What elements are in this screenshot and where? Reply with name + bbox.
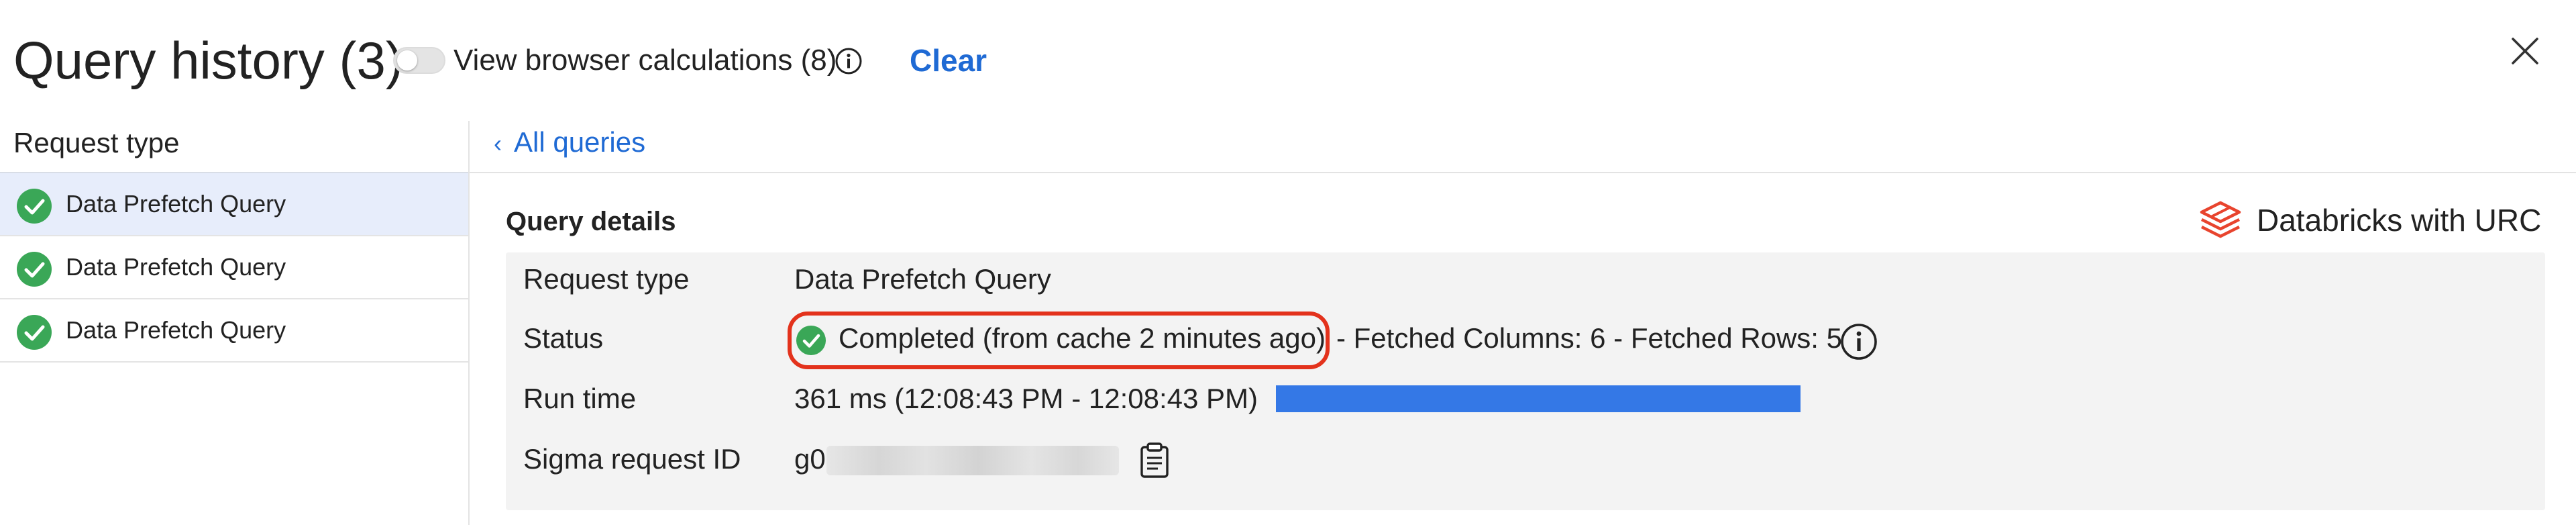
request-type-heading: Request type [13,127,180,158]
clipboard-icon[interactable] [1138,442,1171,479]
redacted-request-id [826,446,1119,475]
list-item-label: Data Prefetch Query [66,253,286,281]
run-time-row: Run time 361 ms (12:08:43 PM - 12:08:43 … [506,372,2545,426]
run-time-bar-fill [1276,385,1801,412]
toggle-knob [397,50,417,70]
databricks-icon [2200,201,2241,238]
list-item-label: Data Prefetch Query [66,316,286,344]
request-type-row: Request type Data Prefetch Query [506,252,2545,306]
chevron-left-icon: ‹ [494,130,502,157]
request-id-row: Sigma request ID g0 [506,432,2545,486]
list-item-request-2[interactable]: Data Prefetch Query [0,236,468,299]
query-details-heading: Query details [506,207,676,236]
list-item-request-1[interactable]: Data Prefetch Query [0,173,468,236]
status-value: Completed (from cache 2 minutes ago) [839,322,1326,354]
toggle-label: View browser calculations (8) [453,44,837,77]
request-list-panel: Request type Data Prefetch Query Data Pr… [0,121,470,525]
connection-label: Databricks with URC [2257,203,2542,238]
info-icon[interactable] [835,47,863,75]
close-icon[interactable] [2508,34,2542,68]
check-circle-icon [17,189,52,224]
status-label: Status [523,322,604,354]
check-circle-icon [796,326,826,355]
run-time-label: Run time [523,383,637,414]
info-icon[interactable] [1839,322,1878,361]
all-queries-link[interactable]: ‹ All queries [494,122,645,164]
list-item-label: Data Prefetch Query [66,190,286,218]
request-id-value: g0 [794,443,826,475]
request-type-value: Data Prefetch Query [794,263,1051,295]
request-id-label: Sigma request ID [523,443,741,475]
request-list: Data Prefetch Query Data Prefetch Query … [0,172,468,363]
request-type-label: Request type [523,263,690,295]
status-row: Status Completed (from cache 2 minutes a… [506,312,2545,369]
clear-button[interactable]: Clear [910,42,987,79]
list-item-request-3[interactable]: Data Prefetch Query [0,299,468,363]
check-circle-icon [17,252,52,287]
run-time-value: 361 ms (12:08:43 PM - 12:08:43 PM) [794,383,1258,414]
divider [470,172,2576,173]
check-circle-icon [17,315,52,350]
browser-calculations-toggle[interactable] [393,47,445,74]
page-title: Query history (3) [13,31,403,90]
run-time-bar [1276,385,1801,412]
query-details-box: Request type Data Prefetch Query Status … [506,252,2545,510]
status-fetch-summary: - Fetched Columns: 6 - Fetched Rows: 5 [1336,322,1842,354]
breadcrumb-label: All queries [514,126,646,158]
header: Query history (3) View browser calculati… [0,0,2576,121]
query-history-panel: Query history (3) View browser calculati… [0,0,2576,525]
